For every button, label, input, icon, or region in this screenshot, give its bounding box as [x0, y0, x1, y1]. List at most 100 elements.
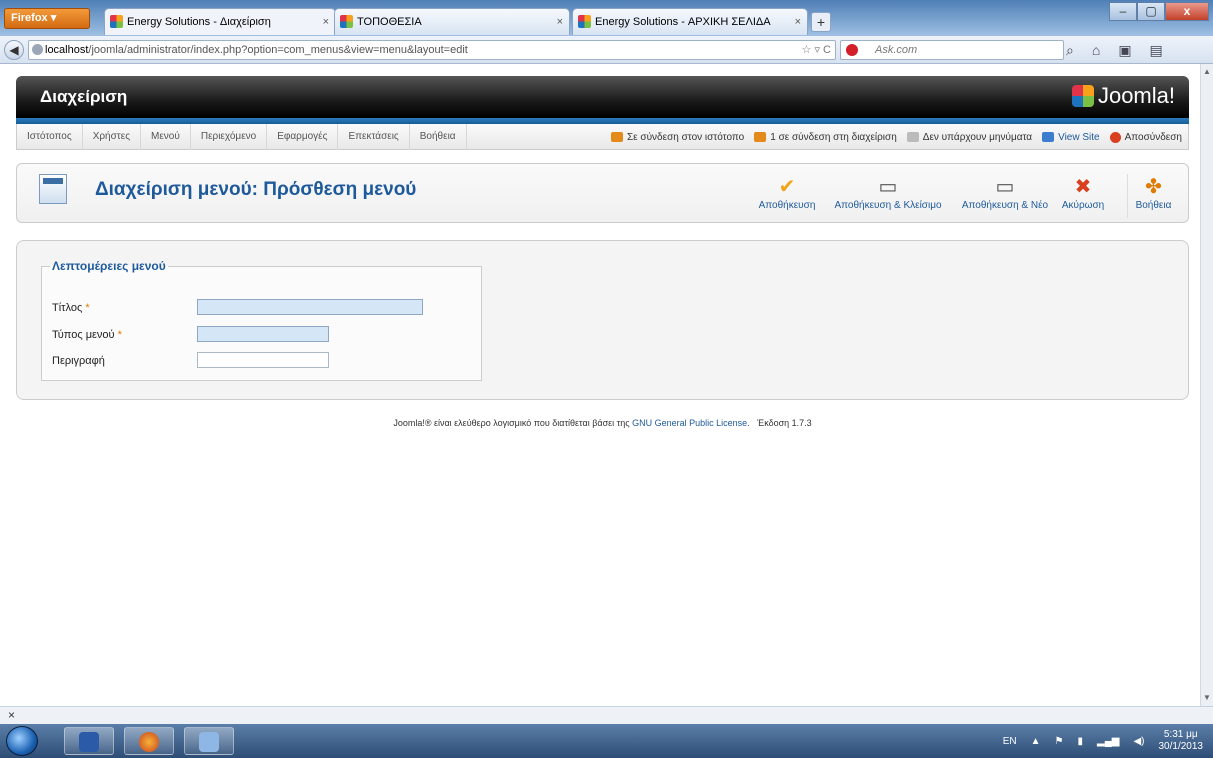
bookmarks-icon[interactable]: ▣: [1118, 42, 1131, 59]
findbar-close: ×: [0, 706, 1213, 724]
back-button[interactable]: ◀: [4, 40, 24, 60]
clock[interactable]: 5:31 μμ 30/1/2013: [1159, 729, 1204, 753]
joomla-admin-page: Διαχείριση Joomla! Ιστότοπος Χρήστες Μεν…: [16, 76, 1189, 428]
menu-item-content[interactable]: Περιεχόμενο: [191, 124, 268, 150]
status-logout[interactable]: Αποσύνδεση: [1109, 131, 1182, 143]
tab-location[interactable]: ΤΟΠΟΘΕΣΙΑ ×: [334, 8, 570, 35]
clock-time: 5:31 μμ: [1163, 729, 1198, 740]
scroll-up-icon[interactable]: ▲: [1201, 64, 1213, 80]
logout-icon: [1109, 131, 1121, 143]
search-icon[interactable]: ⌕: [1066, 42, 1074, 59]
tab-energy-home[interactable]: Energy Solutions - ΑΡΧΙΚΗ ΣΕΛΙΔΑ ×: [572, 8, 808, 35]
save-close-button[interactable]: ▭ Αποθήκευση & Κλείσιμο: [829, 174, 947, 218]
tab-close-icon[interactable]: ×: [795, 9, 801, 35]
status-online-admin: 1 σε σύνδεση στη διαχείριση: [754, 132, 897, 143]
browser-navbar: ◀ localhost/joomla/administrator/index.p…: [0, 36, 1213, 64]
save-button[interactable]: ✔ Αποθήκευση: [753, 174, 821, 218]
fieldset-legend: Λεπτομέρειες μενού: [52, 259, 166, 273]
help-button[interactable]: ✤ Βοήθεια: [1127, 174, 1179, 218]
cancel-icon: ✖: [1074, 176, 1092, 198]
tab-close-icon[interactable]: ×: [557, 9, 563, 35]
tab-close-icon[interactable]: ×: [323, 9, 329, 35]
menu-item-help[interactable]: Βοήθεια: [410, 124, 467, 150]
page-title: Διαχείριση μενού: Πρόσθεση μενού: [95, 179, 417, 200]
volume-icon[interactable]: ◀): [1133, 736, 1144, 747]
addon-icon[interactable]: ▤: [1150, 42, 1163, 59]
menu-item-components[interactable]: Εφαρμογές: [267, 124, 339, 150]
browser-titlebar: Firefox ▾ Energy Solutions - Διαχείριση …: [0, 0, 1213, 36]
joomla-favicon-icon: [340, 15, 353, 28]
menu-type-label: Τύπος μενού *: [52, 329, 122, 341]
close-icon[interactable]: ×: [8, 708, 15, 722]
license-link[interactable]: GNU General Public License.: [632, 418, 750, 428]
taskbar-word[interactable]: [64, 727, 114, 755]
menu-item-users[interactable]: Χρήστες: [83, 124, 142, 150]
save-new-button[interactable]: ▭ Αποθήκευση & Νέο: [957, 174, 1053, 218]
url-path: /joomla/administrator/index.php?option=c…: [88, 44, 468, 56]
minimize-button[interactable]: –: [1109, 2, 1137, 21]
help-lifebuoy-icon: ✤: [1145, 176, 1162, 198]
title-input[interactable]: [197, 299, 423, 315]
joomla-favicon-icon: [110, 15, 123, 28]
cancel-button[interactable]: ✖ Ακύρωση: [1059, 174, 1107, 218]
home-icon[interactable]: ⌂: [1092, 42, 1100, 59]
page-toolbar: Διαχείριση μενού: Πρόσθεση μενού ✔ Αποθή…: [16, 163, 1189, 223]
url-host: localhost: [45, 44, 89, 56]
language-indicator[interactable]: EN: [1003, 736, 1017, 747]
page-scrollbar[interactable]: ▲ ▼: [1200, 64, 1213, 706]
menu-manager-icon: [39, 174, 67, 204]
page-footer: Joomla!® είναι ελεύθερο λογισμικό που δι…: [16, 418, 1189, 428]
joomla-logo-text: Joomla!: [1097, 83, 1175, 108]
menu-type-input[interactable]: [197, 326, 329, 342]
admin-menubar: Ιστότοπος Χρήστες Μενού Περιεχόμενο Εφαρ…: [16, 124, 1189, 150]
tab-energy-admin[interactable]: Energy Solutions - Διαχείριση ×: [104, 8, 336, 35]
view-site-icon: [1042, 132, 1055, 142]
admin-users-icon: [754, 132, 767, 142]
taskbar-firefox[interactable]: [124, 727, 174, 755]
tray-expand-icon[interactable]: ▲: [1031, 736, 1041, 747]
status-view-site[interactable]: View Site: [1042, 132, 1100, 143]
navbar-icons: ⌕ ⌂ ▣ ▤: [1066, 42, 1163, 59]
title-label: Τίτλος *: [52, 302, 90, 314]
flag-icon[interactable]: ⚑: [1055, 736, 1064, 747]
admin-menu: Ιστότοπος Χρήστες Μενού Περιεχόμενο Εφαρ…: [17, 124, 467, 150]
start-button[interactable]: [6, 726, 38, 756]
cancel-button-label: Ακύρωση: [1061, 200, 1105, 211]
save-icon: ▭: [878, 176, 898, 198]
menu-item-menus[interactable]: Μενού: [141, 124, 191, 150]
network-icon[interactable]: ▂▄▆: [1097, 736, 1119, 747]
word-icon: [79, 732, 99, 752]
save-button-label: Αποθήκευση: [758, 200, 816, 211]
tab-title: Energy Solutions - Διαχείριση: [127, 16, 271, 28]
menu-item-extensions[interactable]: Επεκτάσεις: [338, 124, 410, 150]
users-icon: [611, 132, 623, 142]
paint-icon: [199, 732, 219, 752]
status-messages[interactable]: Δεν υπάρχουν μηνύματα: [906, 132, 1032, 143]
taskbar-paint[interactable]: [184, 727, 234, 755]
admin-header: Διαχείριση Joomla!: [16, 76, 1189, 118]
firefox-icon: [139, 732, 159, 752]
windows-taskbar: EN ▲ ⚑ ▮ ▂▄▆ ◀) 5:31 μμ 30/1/2013: [0, 724, 1213, 758]
footer-text: Joomla!® είναι ελεύθερο λογισμικό που δι…: [393, 418, 630, 428]
joomla-logo-icon: [1071, 85, 1094, 107]
new-tab-button[interactable]: +: [811, 12, 831, 32]
address-bar[interactable]: localhost/joomla/administrator/index.php…: [28, 40, 836, 60]
system-tray: EN ▲ ⚑ ▮ ▂▄▆ ◀) 5:31 μμ 30/1/2013: [1003, 724, 1203, 758]
maximize-button[interactable]: ▢: [1137, 2, 1165, 21]
menu-item-site[interactable]: Ιστότοπος: [17, 124, 83, 150]
search-bar[interactable]: Ask.com: [840, 40, 1064, 60]
description-input[interactable]: [197, 352, 329, 368]
joomla-logo: Joomla!: [1071, 83, 1175, 109]
tab-title: ΤΟΠΟΘΕΣΙΑ: [357, 16, 422, 28]
back-arrow-icon: ◀: [9, 43, 19, 57]
battery-icon[interactable]: ▮: [1077, 736, 1083, 747]
tab-title: Energy Solutions - ΑΡΧΙΚΗ ΣΕΛΙΔΑ: [595, 16, 771, 28]
edit-form-panel: Λεπτομέρειες μενού Τίτλος * Τύπος μενού …: [16, 240, 1189, 400]
close-window-button[interactable]: x: [1165, 2, 1209, 21]
menu-details-fieldset: Λεπτομέρειες μενού Τίτλος * Τύπος μενού …: [41, 259, 482, 381]
scroll-down-icon[interactable]: ▼: [1201, 690, 1213, 706]
description-label: Περιγραφή: [52, 355, 105, 367]
url-tools[interactable]: ☆ ▿ C: [802, 41, 831, 59]
checkmark-icon: ✔: [778, 176, 796, 198]
firefox-menu-button[interactable]: Firefox ▾: [4, 8, 90, 29]
